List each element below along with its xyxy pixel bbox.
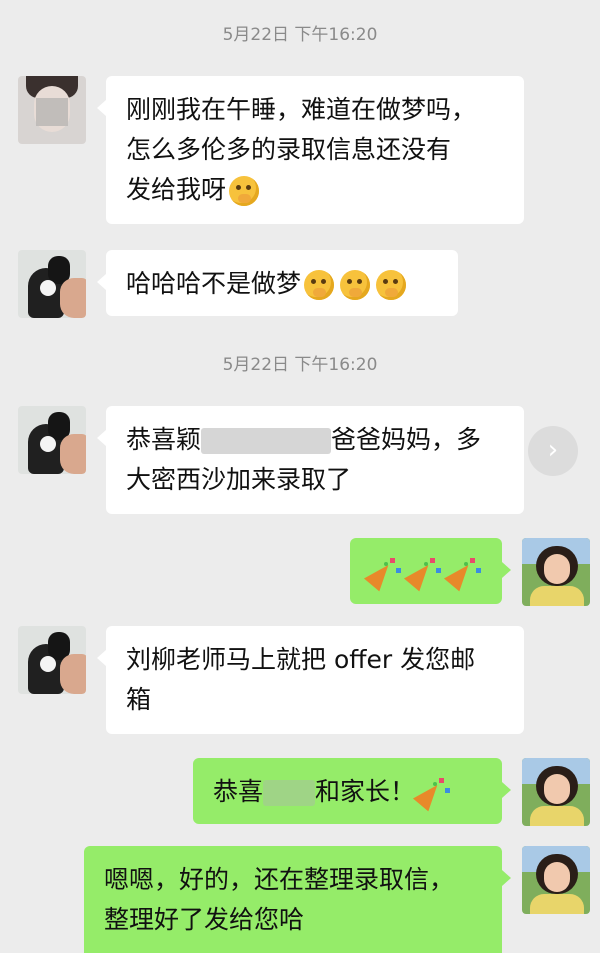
thinking-emoji-icon [376,270,407,300]
avatar-face [544,554,570,584]
avatar-contact-b[interactable] [18,626,86,694]
message-3-pre: 恭喜颖 [126,425,202,454]
avatar-dog-patch [40,656,56,672]
redacted-name [263,780,316,806]
message-bubble-5[interactable]: 刘柳老师马上就把 offer 发您邮 箱 [97,626,524,734]
message-7-line-2: 整理好了发给您哈 [104,905,305,934]
message-bubble-4[interactable] [350,538,511,604]
party-popper-icon [413,776,453,812]
party-popper-icon [403,556,444,592]
party-popper-icon [363,556,404,592]
avatar-hand [60,434,86,474]
timestamp-2: 5月22日 下午16:20 [222,355,378,375]
message-6-pre: 恭喜 [213,777,264,806]
message-7-line-1: 嗯嗯，好的，还在整理录取信， [104,865,455,894]
message-1-line-3: 发给我呀 [126,170,504,210]
avatar-self[interactable] [522,846,590,914]
avatar-hand [60,278,86,318]
avatar-contact-b[interactable] [18,250,86,318]
message-bubble-7[interactable]: 嗯嗯，好的，还在整理录取信， 整理好了发给您哈 [84,846,511,953]
message-3-post: 爸爸妈妈，多 [331,425,482,454]
avatar-face [544,774,570,804]
avatar-dog-patch [40,436,56,452]
message-5-line-2: 箱 [126,685,152,714]
message-3-line-1: 恭喜颖 爸爸妈妈，多 [126,420,504,460]
message-5-line-1: 刘柳老师马上就把 offer 发您邮 [126,645,476,674]
avatar-self[interactable] [522,538,590,606]
avatar-blur [36,98,68,126]
avatar-shirt [530,806,584,826]
party-popper-icon [443,556,484,592]
forward-button[interactable]: › [528,426,578,476]
avatar-shirt [530,894,584,914]
avatar-contact-b[interactable] [18,406,86,474]
avatar-shirt [530,586,584,606]
avatar-face [544,862,570,892]
avatar-contact-a[interactable] [18,76,86,144]
avatar-dog-patch [40,280,56,296]
message-bubble-6[interactable]: 恭喜 和家长！ [193,758,511,824]
thinking-emoji-icon [340,270,371,300]
message-1-line-3-text: 发给我呀 [126,175,227,204]
message-1-line-2: 怎么多伦多的录取信息还没有 [126,135,452,164]
message-1-line-1: 刚刚我在午睡，难道在做梦吗， [126,95,477,124]
chevron-right-icon: › [547,435,559,465]
thinking-emoji-icon [304,270,335,300]
redacted-name [201,428,332,454]
avatar-self[interactable] [522,758,590,826]
message-bubble-3[interactable]: 恭喜颖 爸爸妈妈，多 大密西沙加来录取了 [97,406,524,514]
thinking-emoji-icon [229,176,260,206]
message-6-post: 和家长！ [315,777,416,806]
timestamp-1: 5月22日 下午16:20 [222,25,378,45]
message-3-line-2: 大密西沙加来录取了 [126,465,352,494]
message-bubble-1[interactable]: 刚刚我在午睡，难道在做梦吗， 怎么多伦多的录取信息还没有 发给我呀 [97,76,524,224]
message-2-text: 哈哈哈不是做梦 [126,269,302,298]
avatar-hand [60,654,86,694]
message-bubble-2[interactable]: 哈哈哈不是做梦 [97,250,458,316]
